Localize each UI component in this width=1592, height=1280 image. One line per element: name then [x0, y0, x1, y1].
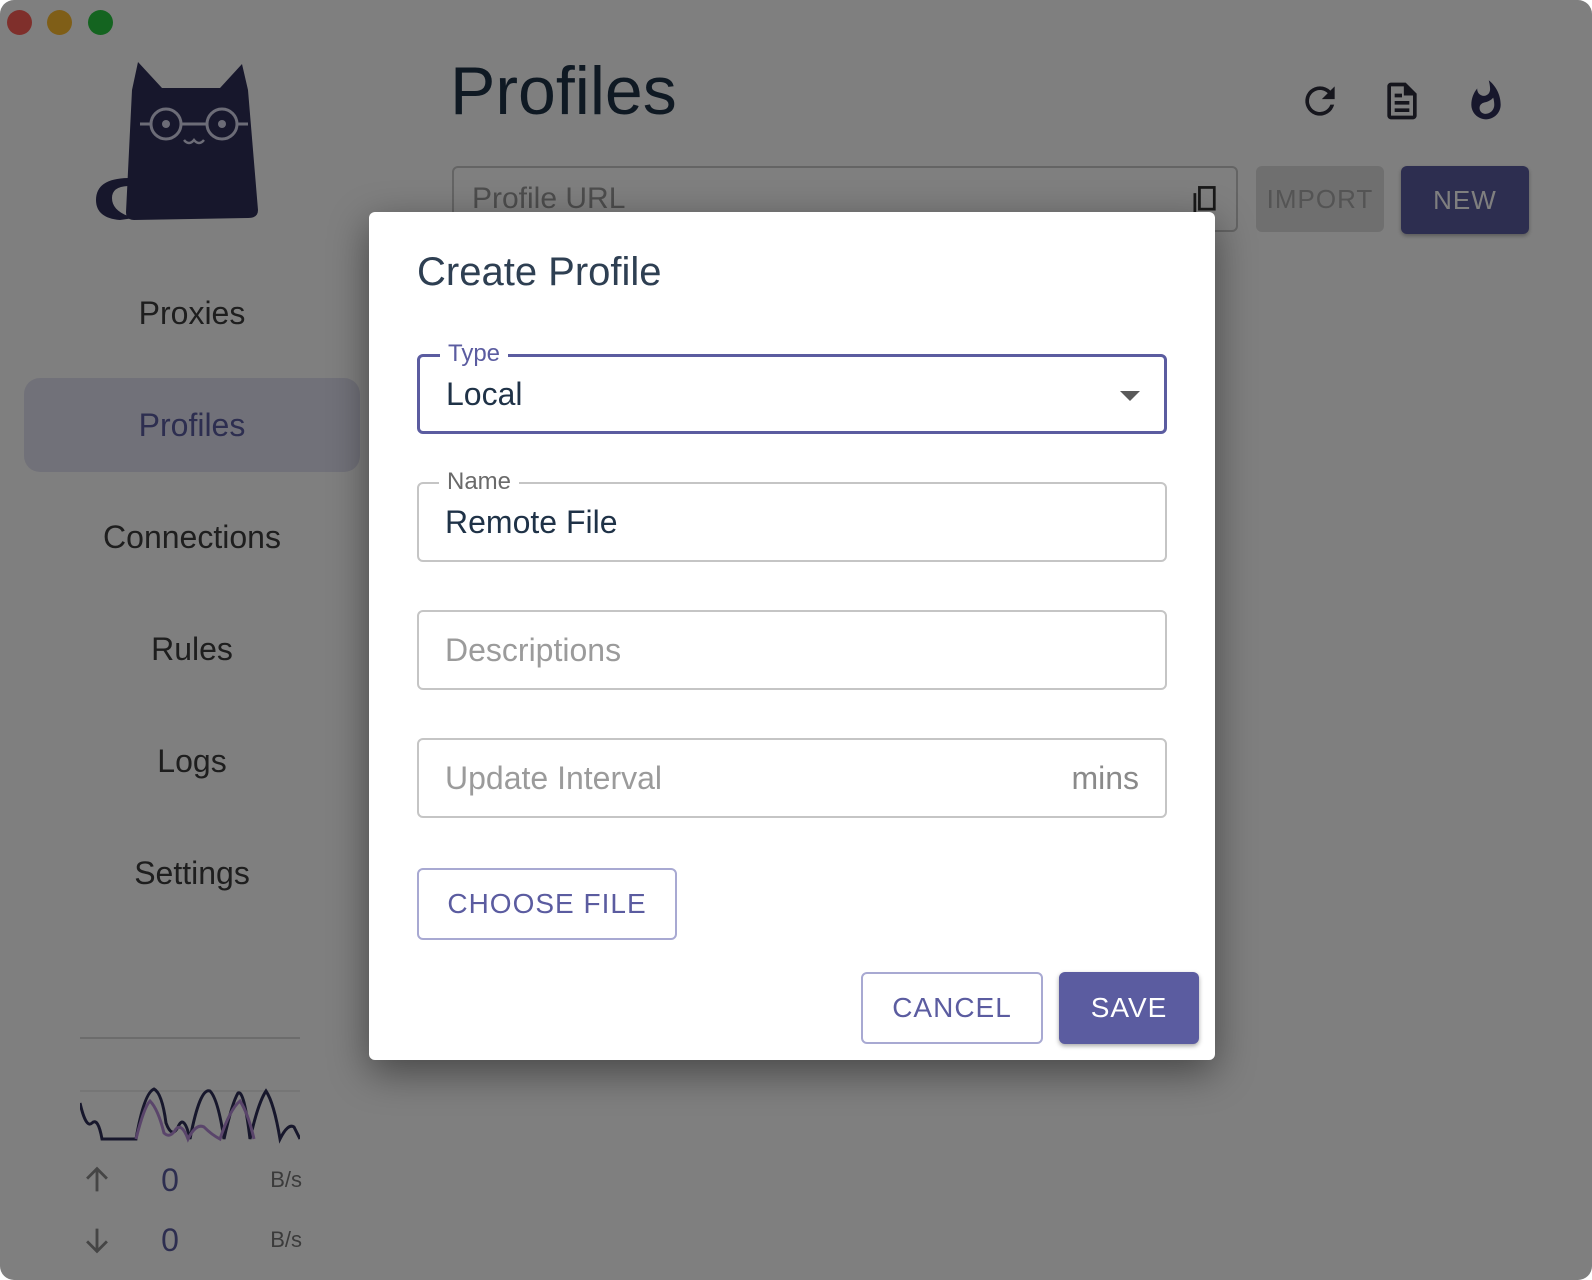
create-profile-dialog: Create Profile Type Local Name Remote Fi…	[369, 212, 1215, 1060]
update-interval-suffix: mins	[1071, 759, 1139, 796]
descriptions-placeholder: Descriptions	[445, 631, 622, 668]
type-value: Local	[446, 375, 523, 412]
choose-file-button[interactable]: CHOOSE FILE	[417, 868, 677, 940]
update-interval-field[interactable]: Update Interval mins	[417, 738, 1167, 818]
descriptions-field[interactable]: Descriptions	[417, 610, 1167, 690]
update-interval-placeholder: Update Interval	[445, 759, 663, 796]
name-value: Remote File	[445, 503, 618, 540]
save-button[interactable]: SAVE	[1059, 972, 1199, 1044]
dropdown-arrow-icon[interactable]	[1120, 391, 1140, 401]
cancel-button[interactable]: CANCEL	[861, 972, 1043, 1044]
name-field[interactable]: Name Remote File	[417, 468, 1167, 562]
type-select[interactable]: Type Local	[417, 340, 1167, 434]
app-window: Proxies Profiles Connections Rules Logs …	[0, 0, 1592, 1280]
dialog-title: Create Profile	[417, 250, 662, 294]
